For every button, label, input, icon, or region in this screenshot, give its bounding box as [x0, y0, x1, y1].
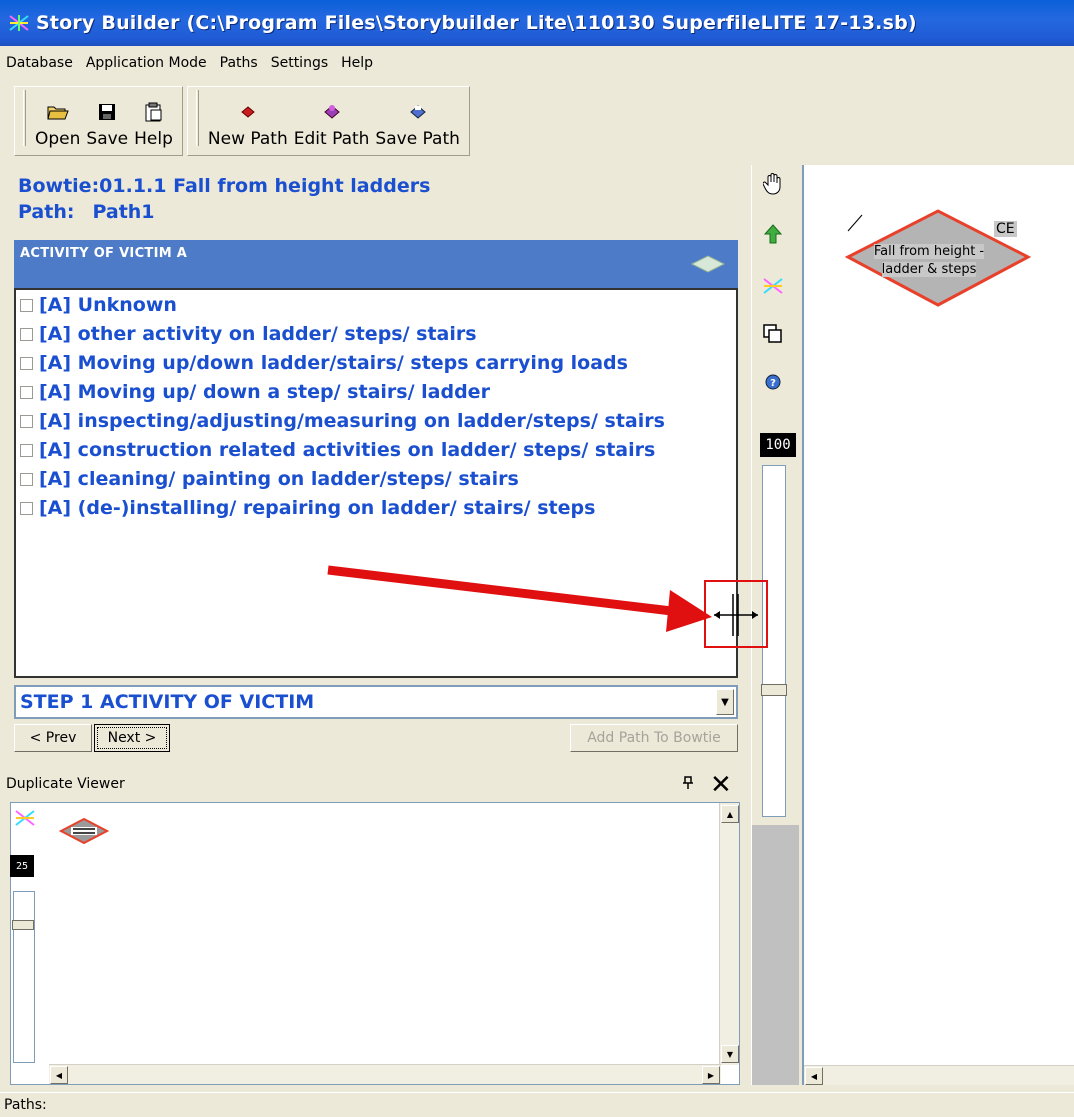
status-text: Paths:: [4, 1097, 47, 1113]
annotation-arrow: [327, 565, 712, 632]
resize-horizontal-icon: [714, 594, 758, 636]
status-bar: Paths:: [0, 1092, 1074, 1117]
application-window: Story Builder (C:\Program Files\Storybui…: [0, 0, 1074, 1117]
splitter-resize-handle[interactable]: [704, 580, 768, 648]
